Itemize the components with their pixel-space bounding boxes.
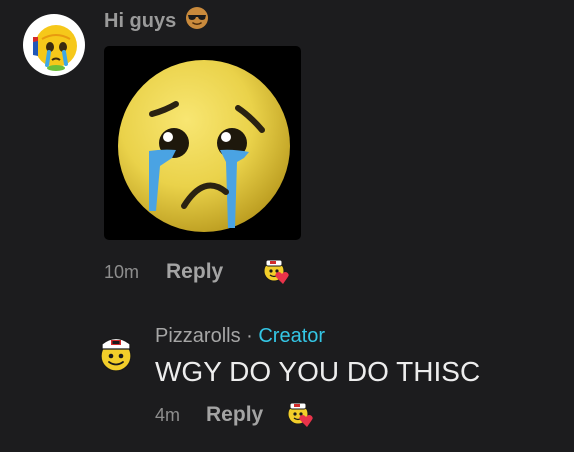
comment-actions: 10m Reply	[104, 258, 291, 286]
reply-text: WGY DO YOU DO THISC	[155, 356, 481, 387]
reply-timestamp: 4m	[155, 404, 181, 425]
comment-timestamp: 10m	[104, 261, 140, 282]
creator-heart-reaction-icon[interactable]	[285, 398, 315, 433]
reply-author-avatar[interactable]	[96, 333, 136, 373]
comment-text: Hi guys	[104, 6, 209, 38]
crying-emoji-avatar-icon	[23, 14, 85, 76]
sailor-hat-smiley-avatar-icon	[100, 337, 132, 372]
crying-face-emoji-icon	[118, 60, 290, 232]
commenter-avatar[interactable]	[22, 13, 86, 77]
reply-to-reply-button[interactable]: Reply	[206, 403, 263, 427]
sunglasses-face-icon	[185, 6, 209, 38]
reply-actions: 4m Reply	[155, 401, 315, 429]
creator-badge: Creator	[258, 325, 326, 347]
creator-heart-reaction-icon[interactable]	[261, 255, 291, 290]
reply-author-name[interactable]: Pizzarolls	[155, 325, 241, 347]
reply-header: Pizzarolls · Creator	[155, 323, 325, 349]
separator-dot: ·	[246, 325, 259, 347]
attached-image[interactable]	[104, 46, 301, 240]
comment-text-label: Hi guys	[104, 10, 177, 32]
reply-button[interactable]: Reply	[166, 260, 223, 284]
